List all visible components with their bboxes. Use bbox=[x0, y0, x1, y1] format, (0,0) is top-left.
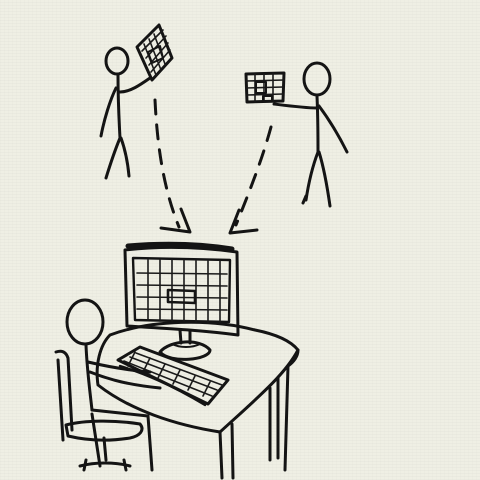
person-left-icon bbox=[99, 46, 152, 180]
sketch-canvas bbox=[0, 0, 480, 480]
keyboard-icon bbox=[116, 345, 230, 407]
monitor-icon bbox=[123, 241, 240, 361]
paper-grid-left-icon bbox=[135, 23, 174, 82]
arrow-left-icon bbox=[153, 98, 192, 234]
paper-grid-right-icon bbox=[244, 71, 286, 104]
sketch-drawing bbox=[54, 23, 349, 480]
arrow-right-icon bbox=[228, 125, 273, 235]
